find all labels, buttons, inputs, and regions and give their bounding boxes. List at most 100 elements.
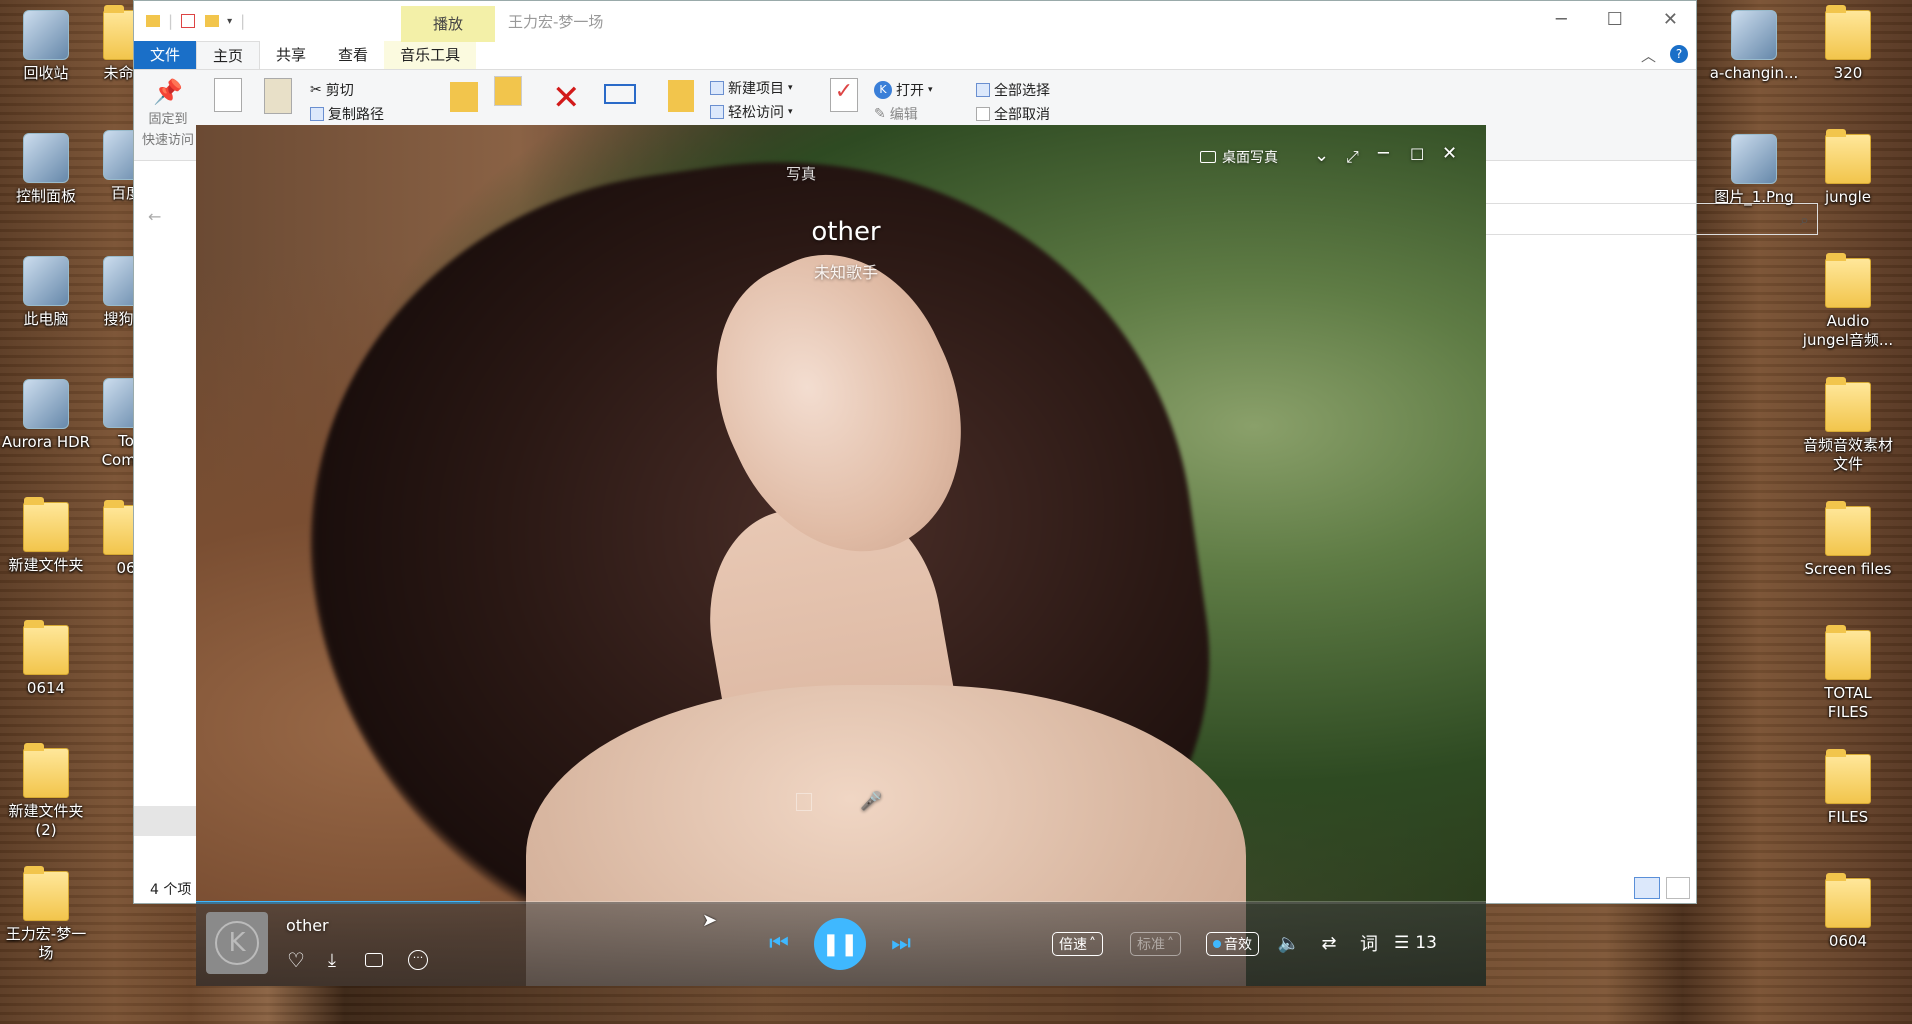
ribbon-tabs: 文件 主页 共享 查看 音乐工具 ︿ ?: [134, 41, 1696, 69]
desktop-icon-left[interactable]: 王力宏-梦一场: [0, 866, 92, 963]
photo-background: [196, 125, 1486, 986]
large-icons-view-button[interactable]: [1666, 877, 1690, 899]
album-art-thumbnail[interactable]: K: [206, 912, 268, 974]
nav-item-selected[interactable]: [134, 806, 204, 836]
comment-button[interactable]: [362, 948, 386, 972]
collapse-button[interactable]: ⌄: [1314, 145, 1329, 166]
folder-icon: [23, 497, 69, 552]
repeat-mode-button[interactable]: ⇄: [1316, 930, 1342, 956]
desktop-icon-left[interactable]: 控制面板: [0, 133, 92, 206]
pin-quick-access-button[interactable]: 📌 固定到 快速访问: [142, 78, 194, 148]
desktop-icon-right[interactable]: 音频音效素材 文件: [1802, 377, 1894, 474]
desktop-icon-right[interactable]: jungle: [1802, 129, 1894, 207]
folder-icon: [1825, 129, 1871, 184]
new-folder-button[interactable]: [668, 80, 694, 112]
desktop-icon-right[interactable]: FILES: [1802, 749, 1894, 827]
desktop-icon-left[interactable]: 0614: [0, 620, 92, 698]
download-button[interactable]: ⤓: [320, 948, 344, 972]
more-button[interactable]: ···: [406, 948, 430, 972]
desktop-icon-right[interactable]: Screen files: [1802, 501, 1894, 579]
desktop-icon-left[interactable]: Aurora HDR: [0, 379, 92, 452]
collapse-ribbon-icon[interactable]: ︿: [1641, 45, 1656, 66]
easy-access-button[interactable]: 轻松访问 ▾: [710, 102, 793, 122]
fullscreen-button[interactable]: ⤢: [1346, 147, 1359, 167]
new-item-icon: [710, 81, 724, 95]
search-box[interactable]: ⌕: [1484, 203, 1818, 235]
like-button[interactable]: ♡: [284, 948, 308, 972]
volume-button[interactable]: 🔈: [1276, 930, 1302, 956]
cut-button[interactable]: ✂ 剪切: [310, 80, 354, 100]
folder-icon: [23, 620, 69, 675]
desktop-icon-right[interactable]: 0604: [1802, 873, 1894, 951]
dropdown-icon[interactable]: ▾: [227, 16, 232, 27]
rename-button[interactable]: [604, 84, 636, 104]
move-to-button[interactable]: [450, 82, 478, 112]
speed-button[interactable]: 倍速 ˄: [1052, 932, 1103, 956]
edit-button[interactable]: ✎ 编辑: [874, 104, 918, 124]
paste-button[interactable]: [264, 78, 292, 114]
desktop-icon-right[interactable]: a-changin...: [1708, 10, 1800, 83]
play-pause-button[interactable]: ❚❚: [814, 918, 866, 970]
desktop-photo-button[interactable]: 桌面写真: [1200, 147, 1278, 167]
desktop-icon-right[interactable]: TOTAL FILES: [1802, 625, 1894, 722]
select-all-button[interactable]: 全部选择: [976, 80, 1050, 100]
desktop-icon-right[interactable]: 320: [1802, 5, 1894, 83]
properties-button[interactable]: ✓: [830, 78, 858, 112]
separator: |: [168, 12, 174, 30]
music-player-window[interactable]: 写真 桌面写真 ⌄ ⤢ ─ ☐ ✕ other 未知歌手 🎤 K other ♡…: [196, 125, 1486, 986]
now-playing-title: other: [286, 916, 329, 935]
tab-music-tools[interactable]: 音乐工具: [384, 41, 477, 69]
explorer-titlebar: | ▾ | 播放 王力宏-梦一场 ─ ☐ ✕: [134, 1, 1696, 42]
help-icon[interactable]: ?: [1670, 45, 1688, 63]
player-maximize-button[interactable]: ☐: [1410, 145, 1424, 164]
edit-icon: ✎: [874, 106, 886, 122]
desktop-icon-label: 0614: [26, 679, 66, 697]
desktop-icon-left[interactable]: 新建文件夹: [0, 497, 92, 575]
skip-previous-icon: ⏮: [769, 930, 789, 956]
easy-access-icon: [710, 105, 724, 119]
previous-button[interactable]: ⏮: [764, 928, 794, 958]
lyrics-button[interactable]: 词: [1356, 930, 1382, 956]
quality-button[interactable]: 标准 ˄: [1130, 932, 1181, 956]
context-tab-play[interactable]: 播放: [401, 6, 495, 42]
new-item-button[interactable]: 新建项目 ▾: [710, 78, 793, 98]
desktop-icon-right[interactable]: Audio jungel音频...: [1802, 253, 1894, 350]
desktop-icon-label: 王力宏-梦一场: [5, 925, 87, 962]
folder-small-icon[interactable]: [205, 15, 220, 27]
close-button[interactable]: ✕: [1663, 9, 1678, 30]
repeat-icon: ⇄: [1321, 932, 1337, 954]
tab-file[interactable]: 文件: [134, 41, 197, 69]
new-folder-icon: [668, 80, 694, 112]
desktop-icon-left[interactable]: 新建文件夹 (2): [0, 743, 92, 840]
playlist-button[interactable]: ☰ 13: [1394, 930, 1437, 956]
monitor-icon: [1200, 151, 1216, 163]
player-minimize-button[interactable]: ─: [1378, 143, 1389, 164]
select-none-button[interactable]: 全部取消: [976, 104, 1050, 124]
minimize-button[interactable]: ─: [1556, 9, 1567, 30]
lyrics-poster-icon[interactable]: [796, 793, 812, 815]
folder-icon: [1825, 501, 1871, 556]
maximize-button[interactable]: ☐: [1607, 9, 1623, 30]
properties-icon[interactable]: [181, 14, 196, 28]
details-view-button[interactable]: [1634, 877, 1660, 899]
open-button[interactable]: K 打开 ▾: [874, 80, 933, 100]
more-icon: ···: [408, 950, 428, 970]
desktop-icon-label: 0604: [1828, 932, 1868, 950]
copy-button[interactable]: [214, 78, 242, 112]
nav-back-icon[interactable]: ←: [148, 207, 161, 226]
tab-view[interactable]: 查看: [322, 41, 384, 69]
player-close-button[interactable]: ✕: [1442, 143, 1457, 164]
copy-to-button[interactable]: [494, 76, 522, 106]
heart-icon: ♡: [287, 948, 305, 972]
next-button[interactable]: ⏭: [886, 928, 916, 958]
desktop-icon-left[interactable]: 回收站: [0, 10, 92, 83]
tab-home[interactable]: 主页: [196, 41, 261, 69]
sound-effects-button[interactable]: 音效: [1206, 932, 1259, 956]
copy-path-button[interactable]: 复制路径: [310, 104, 384, 124]
tab-share[interactable]: 共享: [260, 41, 322, 69]
delete-button[interactable]: ✕: [552, 78, 581, 118]
desktop-icon-right[interactable]: 图片_1.Png: [1708, 134, 1800, 207]
copy-folder-icon: [494, 76, 522, 106]
desktop-icon-left[interactable]: 此电脑: [0, 256, 92, 329]
microphone-icon[interactable]: 🎤: [860, 791, 882, 812]
